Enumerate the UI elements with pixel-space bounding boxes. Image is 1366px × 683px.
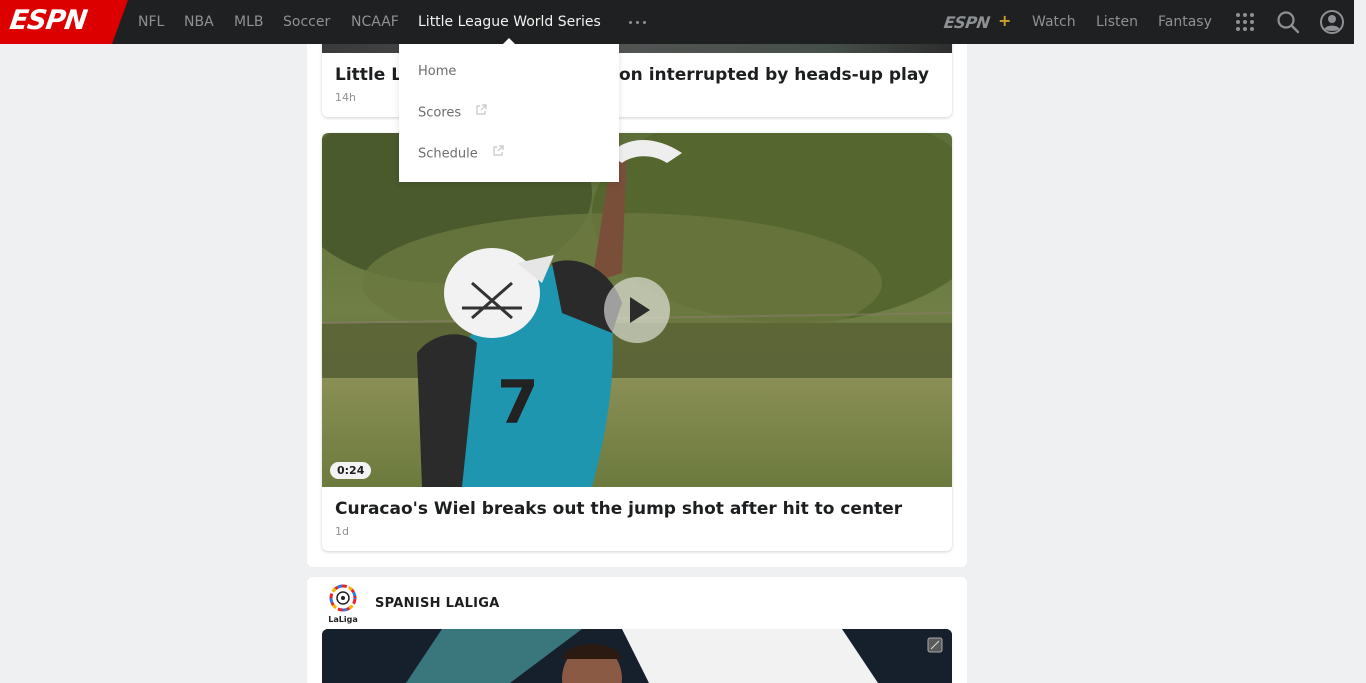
story-headline-left[interactable]: Little L bbox=[335, 65, 402, 85]
top-navigation-bar: ESPN NFL NBA MLB Soccer NCAAF Little Lea… bbox=[0, 0, 1354, 44]
espn-plus-logo[interactable]: ESPN + bbox=[942, 11, 1014, 33]
nav-nfl[interactable]: NFL bbox=[138, 0, 164, 44]
user-profile-icon[interactable] bbox=[1320, 10, 1344, 34]
nav-nba[interactable]: NBA bbox=[184, 0, 214, 44]
video-thumbnail[interactable]: 7 0:24 bbox=[322, 133, 952, 487]
section-title[interactable]: SPANISH LALIGA bbox=[375, 596, 500, 611]
nav-listen[interactable]: Listen bbox=[1096, 0, 1138, 44]
nav-ncaaf[interactable]: NCAAF bbox=[351, 0, 399, 44]
svg-text:LaLiga: LaLiga bbox=[328, 615, 357, 624]
apps-grid-icon[interactable] bbox=[1236, 13, 1254, 31]
nav-mlb[interactable]: MLB bbox=[234, 0, 263, 44]
more-menu-icon[interactable] bbox=[628, 14, 648, 30]
dropdown-item-label: Schedule bbox=[418, 146, 478, 162]
story-headline-right[interactable]: on interrupted by heads-up play bbox=[619, 65, 929, 85]
story-card-laliga[interactable] bbox=[322, 629, 952, 683]
dropdown-item-home[interactable]: Home bbox=[418, 62, 456, 82]
espn-logo[interactable]: ESPN bbox=[0, 0, 128, 44]
dropdown-item-label: Scores bbox=[418, 105, 462, 121]
story-timestamp: 14h bbox=[335, 91, 356, 104]
gallery-icon bbox=[927, 637, 943, 653]
espn-logo-text: ESPN bbox=[7, 5, 89, 36]
nav-soccer[interactable]: Soccer bbox=[283, 0, 330, 44]
play-button[interactable] bbox=[604, 277, 670, 343]
video-duration: 0:24 bbox=[330, 462, 372, 479]
dropdown-item-scores[interactable]: Scores bbox=[418, 103, 487, 123]
external-link-icon bbox=[492, 144, 504, 164]
nav-watch[interactable]: Watch bbox=[1032, 0, 1076, 44]
llws-dropdown-menu: Home Scores Schedule bbox=[399, 44, 619, 182]
story-card-video[interactable]: 7 0:24 Curacao's Wiel breaks out the jum… bbox=[322, 133, 952, 551]
laliga-logo[interactable]: LaLiga bbox=[328, 584, 358, 624]
dropdown-item-label: Home bbox=[418, 64, 457, 79]
espn-plus-sign: + bbox=[998, 11, 1012, 30]
play-icon bbox=[630, 297, 650, 323]
external-link-icon bbox=[475, 103, 487, 123]
story-headline[interactable]: Curacao's Wiel breaks out the jump shot … bbox=[335, 499, 902, 519]
svg-text:7: 7 bbox=[497, 368, 539, 438]
espn-plus-text: ESPN bbox=[942, 13, 991, 32]
story-timestamp: 1d bbox=[335, 525, 349, 538]
search-icon[interactable] bbox=[1276, 10, 1300, 34]
dropdown-item-schedule[interactable]: Schedule bbox=[418, 144, 504, 164]
nav-fantasy[interactable]: Fantasy bbox=[1158, 0, 1212, 44]
